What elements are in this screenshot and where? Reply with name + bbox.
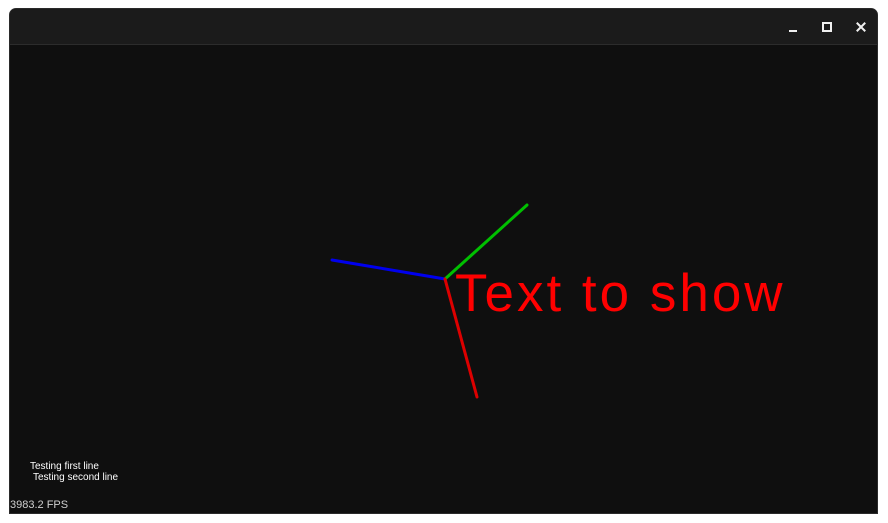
close-button[interactable] [844,9,877,45]
overlay-first-line: Testing first line [30,461,99,472]
render-viewport[interactable]: Text to show Testing first line Testing … [10,45,877,513]
title-bar[interactable] [10,9,877,45]
minimize-icon [789,30,797,32]
minimize-button[interactable] [776,9,810,45]
maximize-button[interactable] [810,9,844,45]
fps-counter: 3983.2 FPS [10,499,69,511]
close-icon [855,21,867,33]
x-axis-line [330,258,447,281]
overlay-second-line: Testing second line [33,472,119,483]
maximize-icon [822,22,832,32]
scene-label: Text to show [455,264,786,323]
app-window: Text to show Testing first line Testing … [9,8,878,514]
